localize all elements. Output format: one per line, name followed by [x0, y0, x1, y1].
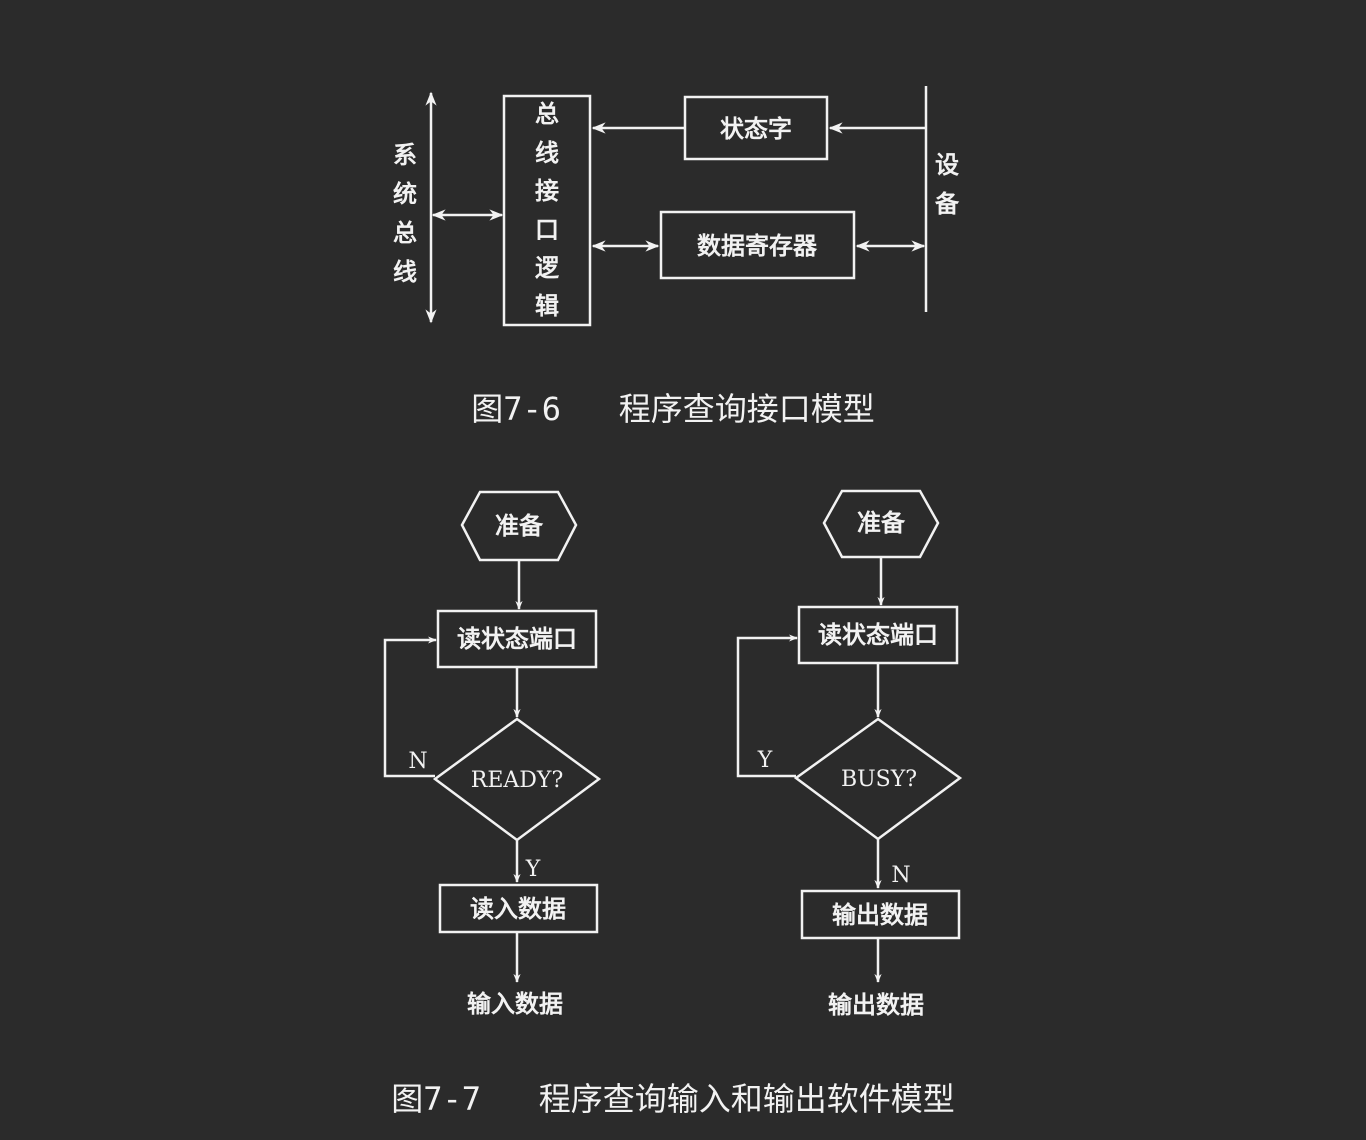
bus-interface-logic-label: 总 线 接 口 逻 辑	[535, 100, 560, 320]
system-bus-char: 总	[393, 219, 417, 247]
bus-logic-char: 线	[535, 139, 559, 167]
output-end-label: 输出数据	[828, 991, 924, 1019]
output-no-label: N	[891, 863, 910, 888]
output-yes-label: Y	[757, 748, 773, 773]
input-no-label: N	[408, 749, 427, 774]
figure-7-6-caption: 图7-6 程序查询接口模型	[471, 390, 875, 428]
bus-logic-char: 逻	[535, 254, 560, 282]
bus-logic-char: 接	[535, 177, 559, 205]
figure-7-7-caption: 图7-7 程序查询输入和输出软件模型	[391, 1080, 955, 1118]
bus-logic-char: 辑	[535, 292, 559, 320]
figures-canvas: 系 统 总 线 总 线 接 口 逻 辑 状态字 数据寄存器 设 备 图7-6 程…	[383, 86, 963, 1118]
device-char: 设	[935, 151, 959, 179]
bus-interface-logic-box	[502, 94, 592, 327]
input-read-status-label: 读状态端口	[457, 625, 577, 653]
bus-logic-char: 口	[535, 216, 559, 244]
output-start-label: 准备	[857, 509, 906, 537]
data-register-label: 数据寄存器	[697, 232, 818, 260]
input-flowchart: 准备 读状态端口 READY? N Y 读入数据 输入数据	[383, 490, 602, 1018]
input-start-label: 准备	[495, 512, 544, 540]
output-decision-label: BUSY?	[841, 767, 917, 792]
output-read-status-label: 读状态端口	[818, 621, 938, 649]
system-bus-char: 统	[393, 180, 417, 208]
device-label: 设 备	[934, 151, 960, 218]
input-end-label: 输入数据	[467, 990, 563, 1018]
input-decision-label: READY?	[471, 768, 563, 793]
system-bus-label: 系 统 总 线	[393, 141, 417, 286]
figure-7-6: 系 统 总 线 总 线 接 口 逻 辑 状态字 数据寄存器 设 备 图7-6 程…	[393, 86, 960, 428]
output-flowchart: 准备 读状态端口 BUSY? Y N 输出数据 输出数据	[736, 489, 963, 1019]
bus-logic-char: 总	[535, 100, 559, 128]
output-action-label: 输出数据	[832, 901, 928, 929]
device-char: 备	[934, 190, 960, 218]
system-bus-char: 系	[393, 141, 417, 169]
status-word-label: 状态字	[720, 115, 792, 143]
input-action-label: 读入数据	[470, 895, 566, 923]
system-bus-char: 线	[393, 258, 417, 286]
input-yes-label: Y	[525, 857, 541, 882]
